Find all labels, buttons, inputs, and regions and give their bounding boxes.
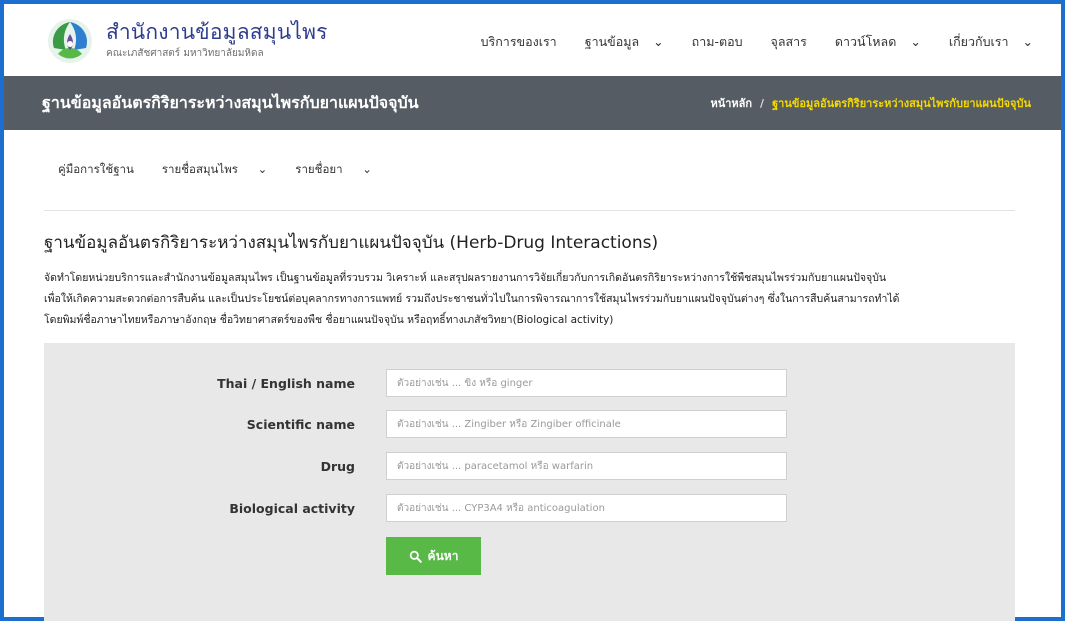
breadcrumb-home[interactable]: หน้าหลัก bbox=[710, 97, 752, 110]
chevron-down-icon: ⌄ bbox=[910, 34, 921, 49]
site-title: สำนักงานข้อมูลสมุนไพร bbox=[106, 19, 328, 44]
subnav-item-manual[interactable]: คู่มือการใช้ฐาน bbox=[58, 161, 148, 179]
scientific-name-label: Scientific name bbox=[246, 417, 355, 432]
subnav-label: รายชื่อยา bbox=[295, 162, 343, 176]
nav-item-services[interactable]: บริการของเรา bbox=[467, 32, 557, 52]
page-title: ฐานข้อมูลอันตรกิริยาระหว่างสมุนไพรกับยาแ… bbox=[42, 92, 419, 112]
site-subtitle: คณะเภสัชศาสตร์ มหาวิทยาลัยมหิดล bbox=[106, 47, 264, 59]
nav-item-database[interactable]: ฐานข้อมูล ⌄ bbox=[571, 32, 664, 52]
drug-label: Drug bbox=[320, 459, 355, 474]
nav-label: บริการของเรา bbox=[480, 34, 557, 49]
breadcrumb: หน้าหลัก / ฐานข้อมูลอันตรกิริยาระหว่างสมุน… bbox=[710, 94, 1031, 112]
search-button[interactable]: ค้นหา bbox=[386, 537, 481, 575]
nav-item-faq[interactable]: ถาม-ตอบ bbox=[678, 32, 743, 52]
search-row-drug: Drug bbox=[44, 452, 1015, 482]
drug-input[interactable] bbox=[386, 452, 787, 480]
breadcrumb-current: ฐานข้อมูลอันตรกิริยาระหว่างสมุนไพรกับยาแ… bbox=[772, 97, 1031, 110]
nav-label: ดาวน์โหลด bbox=[834, 34, 897, 49]
chevron-down-icon: ⌄ bbox=[358, 162, 372, 176]
search-row-activity: Biological activity bbox=[44, 494, 1015, 524]
description-line: จัดทำโดยหน่วยบริการและสำนักงานข้อมูลสมุน… bbox=[44, 272, 887, 284]
nav-label: ฐานข้อมูล bbox=[584, 34, 640, 49]
scientific-name-input[interactable] bbox=[386, 410, 787, 438]
subnav-label: คู่มือการใช้ฐาน bbox=[58, 162, 134, 176]
search-button-label: ค้นหา bbox=[427, 548, 459, 563]
breadcrumb-separator: / bbox=[760, 97, 765, 110]
chevron-down-icon: ⌄ bbox=[653, 34, 664, 49]
search-form: Thai / English name Scientific name Drug… bbox=[44, 343, 1015, 621]
subnav-label: รายชื่อสมุนไพร bbox=[161, 162, 238, 176]
description-line: โดยพิมพ์ชื่อภาษาไทยหรือภาษาอังกฤษ ชื่อวิ… bbox=[44, 314, 614, 326]
chevron-down-icon: ⌄ bbox=[253, 162, 268, 176]
subnav-item-drug-list[interactable]: รายชื่อยา ⌄ bbox=[295, 161, 386, 179]
chevron-down-icon: ⌄ bbox=[1022, 34, 1033, 49]
subnav-item-herb-list[interactable]: รายชื่อสมุนไพร ⌄ bbox=[162, 161, 281, 179]
site-header: สำนักงานข้อมูลสมุนไพร คณะเภสัชศาสตร์ มหา… bbox=[4, 4, 1061, 76]
nav-label: จุลสาร bbox=[770, 34, 807, 49]
description: จัดทำโดยหน่วยบริการและสำนักงานข้อมูลสมุน… bbox=[44, 268, 1015, 331]
herb-logo-icon bbox=[48, 19, 92, 63]
biological-activity-label: Biological activity bbox=[229, 501, 355, 516]
site-logo[interactable]: สำนักงานข้อมูลสมุนไพร คณะเภสัชศาสตร์ มหา… bbox=[44, 14, 328, 66]
description-line: เพื่อให้เกิดความสะดวกต่อการสืบค้น และเป็… bbox=[44, 293, 900, 305]
main-content: ฐานข้อมูลอันตรกิริยาระหว่างสมุนไพรกับยาแ… bbox=[4, 211, 1061, 621]
page-title-bar: ฐานข้อมูลอันตรกิริยาระหว่างสมุนไพรกับยาแ… bbox=[4, 76, 1061, 130]
nav-item-newsletter[interactable]: จุลสาร bbox=[757, 32, 807, 52]
nav-item-download[interactable]: ดาวน์โหลด ⌄ bbox=[821, 32, 921, 52]
search-row-scientific: Scientific name bbox=[44, 410, 1015, 440]
search-row-name: Thai / English name bbox=[44, 369, 1015, 399]
thai-english-name-input[interactable] bbox=[386, 369, 787, 397]
thai-english-name-label: Thai / English name bbox=[217, 376, 355, 391]
search-icon bbox=[409, 550, 422, 563]
database-subnav: คู่มือการใช้ฐาน รายชื่อสมุนไพร ⌄ รายชื่อ… bbox=[4, 130, 1061, 210]
nav-item-about[interactable]: เกี่ยวกับเรา ⌄ bbox=[935, 32, 1033, 52]
nav-label: เกี่ยวกับเรา bbox=[948, 34, 1009, 49]
biological-activity-input[interactable] bbox=[386, 494, 787, 522]
section-heading: ฐานข้อมูลอันตรกิริยาระหว่างสมุนไพรกับยาแ… bbox=[44, 233, 659, 253]
main-nav: บริการของเรา ฐานข้อมูล ⌄ ถาม-ตอบ จุลสาร ด… bbox=[453, 28, 1033, 52]
nav-label: ถาม-ตอบ bbox=[691, 34, 743, 49]
